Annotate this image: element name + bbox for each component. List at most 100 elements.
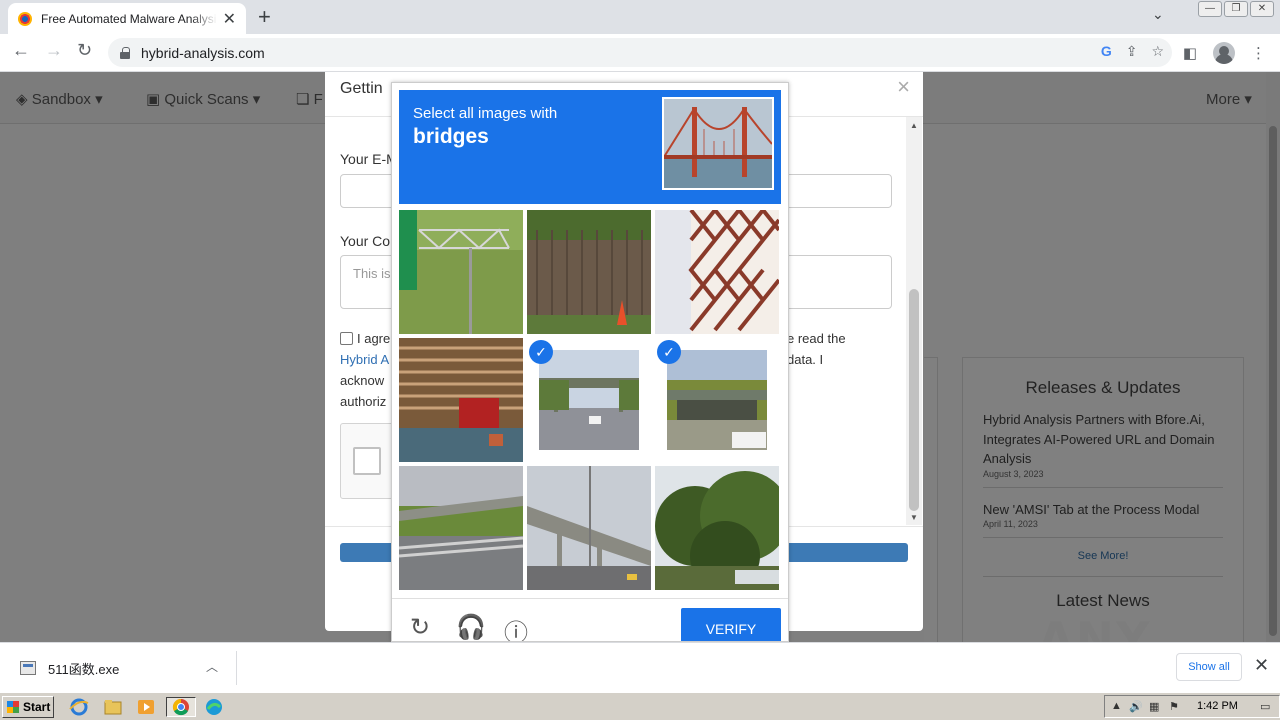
news-item[interactable]: Hybrid Analysis Partners with Bfore.Ai, … xyxy=(983,410,1223,488)
downloads-close-icon[interactable]: ✕ xyxy=(1254,655,1269,676)
modal-scrollbar[interactable]: ▲ ▼ xyxy=(906,117,922,525)
volume-icon[interactable]: 🔊 xyxy=(1129,700,1143,713)
page-scrollbar[interactable] xyxy=(1266,72,1280,642)
copy-icon: ❏ xyxy=(296,91,310,108)
forward-arrow-icon[interactable]: → xyxy=(45,40,63,61)
edge-icon[interactable] xyxy=(203,697,227,717)
browser-tab-strip: Free Automated Malware Analysis Service … xyxy=(0,0,1280,34)
lock-icon[interactable] xyxy=(120,46,130,59)
news-date: April 11, 2023 xyxy=(983,519,1038,529)
tray-expand-icon[interactable]: ▲ xyxy=(1111,700,1122,712)
show-all-button[interactable]: Show all xyxy=(1176,653,1242,681)
captcha-tile[interactable] xyxy=(399,338,523,462)
reload-challenge-icon[interactable]: ↻ xyxy=(410,613,430,641)
system-tray: ▲ 🔊 ▦ ⚑ 1:42 PM ▭ xyxy=(1104,695,1280,718)
reload-icon[interactable]: ↻ xyxy=(77,40,92,61)
flag-icon[interactable]: ⚑ xyxy=(1169,700,1179,713)
site-favicon-icon xyxy=(18,11,32,26)
captcha-tile[interactable] xyxy=(399,210,523,334)
captcha-tile[interactable] xyxy=(655,210,779,334)
modal-close-icon[interactable]: × xyxy=(897,74,910,100)
email-label: Your E-M xyxy=(340,151,398,167)
download-options-caret-icon[interactable]: ︿ xyxy=(206,658,218,675)
bookmark-star-icon[interactable]: ☆ xyxy=(1151,43,1164,60)
network-icon[interactable]: ▦ xyxy=(1149,700,1159,713)
main-card-edge xyxy=(924,357,938,642)
media-player-icon[interactable] xyxy=(135,697,159,717)
comment-placeholder: This is xyxy=(353,266,391,281)
modal-title: Gettin xyxy=(340,80,383,97)
tab-close-icon[interactable]: ✕ xyxy=(223,9,236,29)
terms-link[interactable]: Hybrid A xyxy=(340,352,389,367)
download-file-name[interactable]: 511函数.exe xyxy=(48,659,119,678)
ie-icon[interactable] xyxy=(68,697,92,717)
nav-file-collections[interactable]: ❏ F xyxy=(296,90,323,108)
nav-more[interactable]: More ▾ xyxy=(1206,90,1252,108)
captcha-sample-image xyxy=(662,97,774,190)
news-title[interactable]: New 'AMSI' Tab at the Process Modal xyxy=(983,500,1223,520)
tab-title: Free Automated Malware Analysis Service … xyxy=(41,11,217,26)
back-arrow-icon[interactable]: ← xyxy=(12,40,30,61)
captcha-instruction: Select all images with xyxy=(413,105,558,122)
start-button[interactable]: Start xyxy=(2,696,54,718)
scroll-up-arrow-icon[interactable]: ▲ xyxy=(910,121,918,130)
captcha-tile-selected[interactable]: ✓ xyxy=(527,338,651,462)
selected-check-icon: ✓ xyxy=(529,340,553,364)
window-close-icon[interactable]: ✕ xyxy=(1250,1,1274,17)
profile-avatar-icon[interactable] xyxy=(1213,42,1235,64)
captcha-image-grid: ✓ ✓ xyxy=(399,210,781,592)
news-date: August 3, 2023 xyxy=(983,468,1044,479)
releases-panel: Releases & Updates Hybrid Analysis Partn… xyxy=(962,357,1244,642)
recaptcha-checkbox[interactable] xyxy=(353,447,381,475)
share-icon[interactable]: ⇪ xyxy=(1126,43,1138,60)
downloads-bar: 511函数.exe ︿ Show all ✕ xyxy=(0,642,1280,692)
address-bar[interactable]: hybrid-analysis.com G ⇪ ☆ xyxy=(108,38,1172,67)
window-controls: — ❐ ✕ xyxy=(1198,1,1274,17)
captcha-tile[interactable] xyxy=(527,210,651,334)
see-more-link[interactable]: See More! xyxy=(983,550,1223,562)
scroll-down-arrow-icon[interactable]: ▼ xyxy=(910,513,918,522)
page-scrollbar-thumb[interactable] xyxy=(1269,126,1277,636)
minimize-icon[interactable]: — xyxy=(1198,1,1222,17)
verify-button[interactable]: VERIFY xyxy=(681,608,781,641)
audio-challenge-icon[interactable]: 🎧 xyxy=(456,613,486,641)
browser-toolbar: ← → ↻ hybrid-analysis.com G ⇪ ☆ ◧ ⋮ xyxy=(0,34,1280,72)
captcha-header: Select all images with bridges xyxy=(399,90,781,204)
kebab-menu-icon[interactable]: ⋮ xyxy=(1251,44,1266,62)
selected-check-icon: ✓ xyxy=(657,340,681,364)
taskbar-clock[interactable]: 1:42 PM xyxy=(1197,700,1238,712)
captcha-challenge: Select all images with bridges ✓ ✓ ↻ 🎧 ⓘ… xyxy=(391,82,789,642)
nav-quick-scans[interactable]: ▣ Quick Scans ▾ xyxy=(146,90,260,108)
file-icon: ▣ xyxy=(146,91,161,108)
captcha-tile[interactable] xyxy=(655,466,779,590)
url-text: hybrid-analysis.com xyxy=(141,44,265,61)
captcha-footer-divider xyxy=(392,598,788,599)
news-title[interactable]: Hybrid Analysis Partners with Bfore.Ai, … xyxy=(983,410,1223,469)
agree-checkbox[interactable] xyxy=(340,332,353,345)
windows-taskbar: Start ▲ 🔊 ▦ ⚑ 1:42 PM ▭ xyxy=(0,692,1280,720)
downloads-divider xyxy=(236,651,237,685)
chrome-icon[interactable] xyxy=(166,697,196,717)
comment-label: Your Co xyxy=(340,233,391,249)
news-item[interactable]: New 'AMSI' Tab at the Process Modal Apri… xyxy=(983,500,1223,538)
terms-text-right: e read the data. I xyxy=(787,331,846,367)
explorer-folder-icon[interactable] xyxy=(102,697,126,717)
side-panel-icon[interactable]: ◧ xyxy=(1183,44,1197,62)
google-translate-icon[interactable]: G xyxy=(1101,43,1112,60)
nav-sandbox[interactable]: ◈ Sandbox ▾ xyxy=(16,90,103,108)
info-icon[interactable]: ⓘ xyxy=(504,613,528,641)
captcha-tile-selected[interactable]: ✓ xyxy=(655,338,779,462)
layers-icon: ◈ xyxy=(16,91,28,108)
releases-title: Releases & Updates xyxy=(1025,378,1181,397)
latest-news-title: Latest News xyxy=(983,576,1223,611)
restore-icon[interactable]: ❐ xyxy=(1224,1,1248,17)
exe-file-icon xyxy=(20,661,36,675)
show-desktop-icon[interactable]: ▭ xyxy=(1260,700,1270,713)
captcha-tile[interactable] xyxy=(399,466,523,590)
captcha-target: bridges xyxy=(413,125,489,148)
captcha-tile[interactable] xyxy=(527,466,651,590)
tab-search-chevron-icon[interactable]: ⌄ xyxy=(1152,6,1164,23)
browser-tab[interactable]: Free Automated Malware Analysis Service … xyxy=(8,3,246,34)
modal-scrollbar-thumb[interactable] xyxy=(909,289,919,511)
new-tab-icon[interactable]: + xyxy=(258,4,271,30)
